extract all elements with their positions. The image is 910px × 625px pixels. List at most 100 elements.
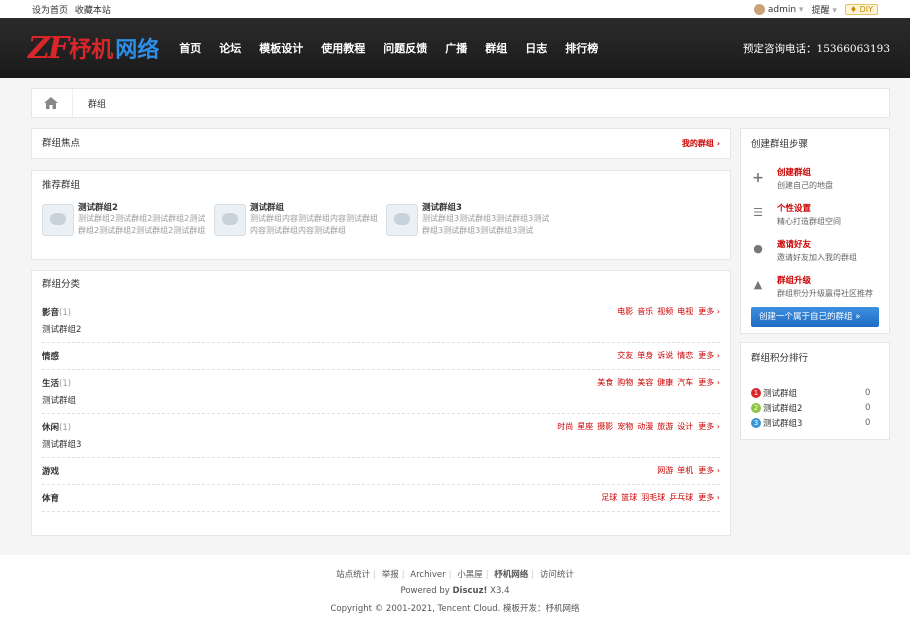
category-more-link[interactable]: 更多 › bbox=[698, 378, 720, 387]
group-name[interactable]: 测试群组2 bbox=[78, 201, 208, 213]
recommend-group[interactable]: 测试群组 测试群组内容测试群组内容测试群组内容测试群组内容测试群组 bbox=[214, 201, 378, 239]
category-tag-link[interactable]: 羽毛球 bbox=[641, 493, 665, 502]
category-tag-link[interactable]: 美食 bbox=[597, 378, 613, 387]
footer-link-visit-stats[interactable]: 访问统计 bbox=[540, 570, 574, 580]
ranking-row[interactable]: 3 测试群组3 0 bbox=[751, 415, 879, 430]
group-image[interactable] bbox=[386, 204, 418, 236]
avatar bbox=[753, 3, 765, 15]
nav-ranking[interactable]: 排行榜 bbox=[565, 40, 598, 56]
category-row: 体育 足球 篮球 羽毛球 乒乓球 更多 › bbox=[42, 485, 720, 512]
category-name[interactable]: 情感 bbox=[42, 350, 59, 362]
category-name[interactable]: 生活(1) bbox=[42, 377, 71, 389]
footer-link-blackroom[interactable]: 小黑屋 bbox=[457, 570, 483, 580]
category-row: 影音(1) 电影 音乐 视频 电视 更多 › 测试群组2 bbox=[42, 299, 720, 343]
chevron-down-icon: ▾ bbox=[832, 5, 837, 16]
footer-link-brand[interactable]: 杼机网络 bbox=[494, 570, 528, 580]
category-more-link[interactable]: 更多 › bbox=[698, 466, 720, 475]
top-links: 设为首页 收藏本站 bbox=[32, 3, 111, 16]
user-info[interactable]: admin ▾ bbox=[753, 3, 803, 15]
step-title[interactable]: 邀请好友 bbox=[777, 238, 857, 250]
nav-home[interactable]: 首页 bbox=[179, 40, 201, 56]
step-title[interactable]: 群组升级 bbox=[777, 274, 873, 286]
category-tag-link[interactable]: 交友 bbox=[617, 351, 633, 360]
category-tag-link[interactable]: 单机 bbox=[677, 466, 693, 475]
rank-name[interactable]: 测试群组 bbox=[763, 387, 865, 399]
step-title[interactable]: 创建群组 bbox=[777, 166, 833, 178]
plus-icon: + bbox=[752, 170, 764, 186]
category-tag-link[interactable]: 宠物 bbox=[617, 422, 633, 431]
ranking-row[interactable]: 2 测试群组2 0 bbox=[751, 400, 879, 415]
remind-link[interactable]: 提醒 ▾ bbox=[811, 3, 836, 16]
breadcrumb-divider bbox=[72, 89, 73, 119]
category-more-link[interactable]: 更多 › bbox=[698, 493, 720, 502]
category-tag-link[interactable]: 单身 bbox=[637, 351, 653, 360]
category-more-link[interactable]: 更多 › bbox=[698, 351, 720, 360]
nav-tutorial[interactable]: 使用教程 bbox=[321, 40, 365, 56]
site-logo[interactable]: ZF 杼机 网络 bbox=[28, 31, 159, 66]
category-name[interactable]: 休闲(1) bbox=[42, 421, 71, 433]
diy-button[interactable]: ♦ DIY bbox=[844, 3, 878, 15]
group-desc: 测试群组3测试群组3测试群组3测试群组3测试群组3测试群组3测试 bbox=[422, 214, 550, 235]
list-icon: ☰ bbox=[753, 206, 763, 219]
category-tag-link[interactable]: 音乐 bbox=[637, 307, 653, 316]
category-group-link[interactable]: 测试群组 bbox=[42, 394, 720, 406]
nav-group[interactable]: 群组 bbox=[485, 40, 507, 56]
category-name[interactable]: 体育 bbox=[42, 492, 59, 504]
category-tag-link[interactable]: 星座 bbox=[577, 422, 593, 431]
set-home-link[interactable]: 设为首页 bbox=[32, 6, 68, 16]
category-tag-link[interactable]: 电影 bbox=[617, 307, 633, 316]
category-tag-link[interactable]: 足球 bbox=[601, 493, 617, 502]
group-image[interactable] bbox=[214, 204, 246, 236]
group-name[interactable]: 测试群组 bbox=[250, 201, 380, 213]
category-group-link[interactable]: 测试群组2 bbox=[42, 323, 720, 335]
step-title[interactable]: 个性设置 bbox=[777, 202, 841, 214]
group-image[interactable] bbox=[42, 204, 74, 236]
category-tag-link[interactable]: 摄影 bbox=[597, 422, 613, 431]
category-tag-link[interactable]: 篮球 bbox=[621, 493, 637, 502]
category-tag-link[interactable]: 购物 bbox=[617, 378, 633, 387]
category-name[interactable]: 影音(1) bbox=[42, 306, 71, 318]
category-name-text: 影音 bbox=[42, 308, 60, 318]
category-more-link[interactable]: 更多 › bbox=[698, 422, 720, 431]
category-tag-link[interactable]: 时尚 bbox=[557, 422, 573, 431]
home-icon[interactable] bbox=[44, 97, 58, 109]
rank-name[interactable]: 测试群组2 bbox=[763, 402, 865, 414]
discuz-link[interactable]: Discuz! bbox=[452, 586, 487, 596]
category-tag-link[interactable]: 电视 bbox=[677, 307, 693, 316]
category-tag-link[interactable]: 旅游 bbox=[657, 422, 673, 431]
category-more-link[interactable]: 更多 › bbox=[698, 307, 720, 316]
ranking-row[interactable]: 1 测试群组 0 bbox=[751, 385, 879, 400]
create-group-button[interactable]: 创建一个属于自己的群组 » bbox=[751, 307, 879, 327]
breadcrumb-current[interactable]: 群组 bbox=[88, 97, 106, 110]
rank-name[interactable]: 测试群组3 bbox=[763, 417, 865, 429]
category-tag-link[interactable]: 诉说 bbox=[657, 351, 673, 360]
category-tag-link[interactable]: 动漫 bbox=[637, 422, 653, 431]
rank-value: 0 bbox=[865, 402, 871, 413]
nav-feedback[interactable]: 问题反馈 bbox=[383, 40, 427, 56]
category-name[interactable]: 游戏 bbox=[42, 465, 59, 477]
my-groups-link[interactable]: 我的群组 › bbox=[682, 129, 720, 159]
category-tag-link[interactable]: 汽车 bbox=[677, 378, 693, 387]
recommend-group[interactable]: 测试群组2 测试群组2测试群组2测试群组2测试群组2测试群组2测试群组2测试群组… bbox=[42, 201, 205, 239]
nav-template[interactable]: 模板设计 bbox=[259, 40, 303, 56]
bookmark-link[interactable]: 收藏本站 bbox=[75, 6, 111, 16]
recommend-group[interactable]: 测试群组3 测试群组3测试群组3测试群组3测试群组3测试群组3测试群组3测试 bbox=[386, 201, 549, 239]
footer-link-archiver[interactable]: Archiver bbox=[410, 570, 445, 580]
focus-title: 群组焦点 bbox=[42, 138, 81, 149]
category-tag-link[interactable]: 情恋 bbox=[677, 351, 693, 360]
category-list: 影音(1) 电影 音乐 视频 电视 更多 › 测试群组2 情感 交友 单身 诉说 情恋 更多 › 生活(1… bbox=[32, 299, 730, 512]
footer-link-stats[interactable]: 站点统计 bbox=[336, 570, 370, 580]
category-tag-link[interactable]: 视频 bbox=[657, 307, 673, 316]
category-tag-link[interactable]: 设计 bbox=[677, 422, 693, 431]
category-tag-link[interactable]: 网游 bbox=[657, 466, 673, 475]
category-tag-link[interactable]: 乒乓球 bbox=[669, 493, 693, 502]
category-tag-link[interactable]: 健康 bbox=[657, 378, 673, 387]
nav-broadcast[interactable]: 广播 bbox=[445, 40, 467, 56]
arrow-up-icon: ▲ bbox=[753, 278, 763, 291]
category-group-link[interactable]: 测试群组3 bbox=[42, 438, 720, 450]
group-name[interactable]: 测试群组3 bbox=[422, 201, 552, 213]
nav-blog[interactable]: 日志 bbox=[525, 40, 547, 56]
footer-link-report[interactable]: 举报 bbox=[382, 570, 399, 580]
category-tag-link[interactable]: 美容 bbox=[637, 378, 653, 387]
nav-forum[interactable]: 论坛 bbox=[219, 40, 241, 56]
